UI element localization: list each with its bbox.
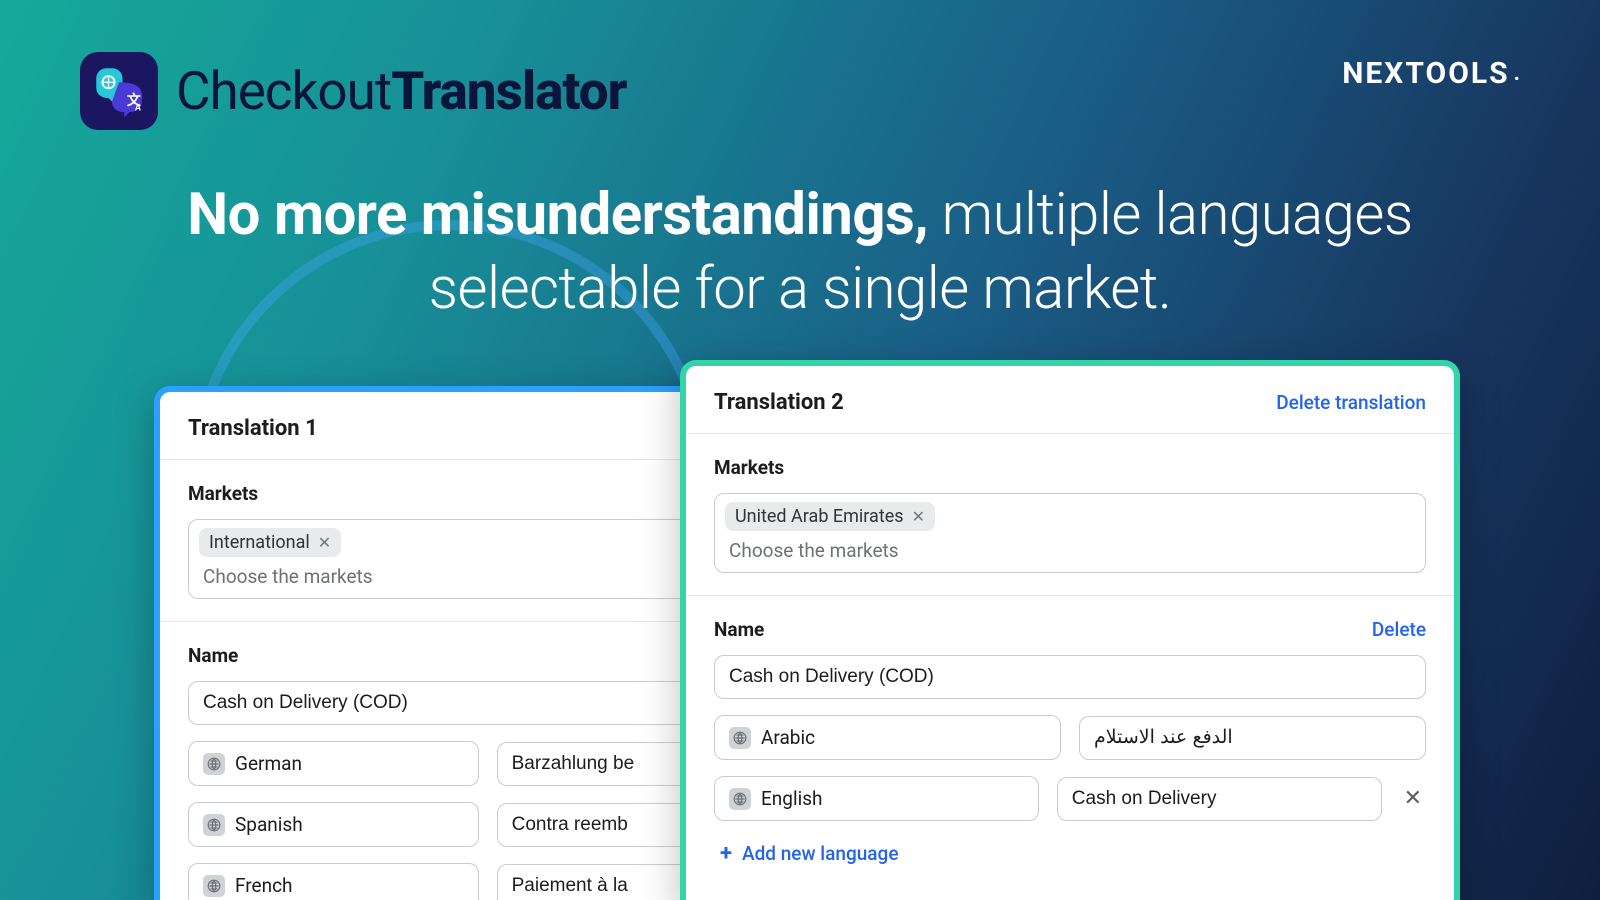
translation-card-2: Translation 2 Delete translation Markets… xyxy=(680,360,1460,900)
delete-name-link[interactable]: Delete xyxy=(1372,618,1426,641)
remove-row-icon[interactable]: ✕ xyxy=(1400,786,1426,811)
translation-input-arabic[interactable] xyxy=(1079,716,1426,760)
market-chip[interactable]: United Arab Emirates ✕ xyxy=(725,502,935,531)
card2-name-label: Name xyxy=(714,618,764,641)
chip-remove-icon[interactable]: ✕ xyxy=(318,533,331,552)
headline-strong: No more misunderstandings, xyxy=(187,181,928,249)
lang-select-arabic[interactable]: Arabic xyxy=(714,715,1061,760)
translation-input-english[interactable] xyxy=(1057,777,1382,821)
brand-text: NEXTOOLS xyxy=(1342,56,1509,91)
brand-dot: . xyxy=(1510,61,1522,86)
card2-markets-label: Markets xyxy=(714,456,1426,479)
card1-title: Translation 1 xyxy=(188,416,318,441)
logo-text-bold: Translator xyxy=(391,60,626,122)
product-logo: 文 A CheckoutTranslator xyxy=(80,52,626,130)
logo-badge-icon: 文 A xyxy=(80,52,158,130)
add-language-label: Add new language xyxy=(742,842,899,865)
lang-select-spanish[interactable]: Spanish xyxy=(188,802,479,847)
plus-icon: + xyxy=(720,841,732,866)
divider xyxy=(686,595,1454,596)
divider xyxy=(686,433,1454,434)
market-chip[interactable]: International ✕ xyxy=(199,528,341,557)
delete-translation-link[interactable]: Delete translation xyxy=(1276,391,1426,414)
translate-icon xyxy=(729,727,751,749)
markets-placeholder: Choose the markets xyxy=(725,537,1415,562)
lang-label: Arabic xyxy=(761,726,815,749)
translate-icon xyxy=(203,814,225,836)
chip-label: United Arab Emirates xyxy=(735,506,904,527)
svg-text:A: A xyxy=(135,102,142,112)
card2-markets-input[interactable]: United Arab Emirates ✕ Choose the market… xyxy=(714,493,1426,573)
lang-label: French xyxy=(235,874,293,897)
chip-label: International xyxy=(209,532,310,553)
card2-name-input[interactable] xyxy=(714,655,1426,699)
translate-icon xyxy=(203,875,225,897)
lang-select-english[interactable]: English xyxy=(714,776,1039,821)
add-language-button[interactable]: + Add new language xyxy=(714,841,1426,866)
lang-select-german[interactable]: German xyxy=(188,741,479,786)
lang-label: Spanish xyxy=(235,813,303,836)
card2-title: Translation 2 xyxy=(714,390,844,415)
lang-label: German xyxy=(235,752,302,775)
chip-remove-icon[interactable]: ✕ xyxy=(912,507,925,526)
brand-mark: NEXTOOLS. xyxy=(1342,56,1522,91)
lang-select-french[interactable]: French xyxy=(188,863,479,900)
hero-headline: No more misunderstandings, multiple lang… xyxy=(0,178,1600,326)
lang-label: English xyxy=(761,787,822,810)
logo-text-thin: Checkout xyxy=(176,60,391,122)
logo-text: CheckoutTranslator xyxy=(176,60,626,122)
translate-icon xyxy=(203,753,225,775)
translate-icon xyxy=(729,788,751,810)
